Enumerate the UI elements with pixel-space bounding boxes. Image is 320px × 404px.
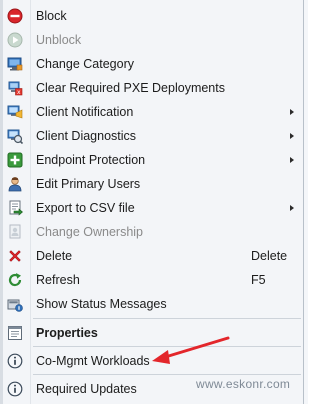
menu-item-client-diagnostics[interactable]: Client Diagnostics: [3, 124, 303, 148]
block-icon: [7, 8, 23, 24]
menu-item-client-notification[interactable]: Client Notification: [3, 100, 303, 124]
submenu-arrow-icon: [290, 157, 294, 163]
menu-item-change-ownership[interactable]: Change Ownership: [3, 220, 303, 244]
menu-item-clear-pxe[interactable]: x Clear Required PXE Deployments: [3, 76, 303, 100]
submenu-arrow-icon: [290, 133, 294, 139]
menu-item-export-csv[interactable]: Export to CSV file: [3, 196, 303, 220]
submenu-arrow-icon: [290, 205, 294, 211]
menu-item-label: Client Diagnostics: [36, 129, 137, 143]
menu-item-label: Delete: [36, 249, 73, 263]
change-category-icon: [7, 56, 23, 72]
menu-item-unblock[interactable]: Unblock: [3, 28, 303, 52]
pxe-icon: x: [7, 80, 23, 96]
shortcut-label: F5: [251, 273, 266, 287]
menu-item-endpoint-protection[interactable]: Endpoint Protection: [3, 148, 303, 172]
endpoint-protection-icon: [7, 152, 23, 168]
menu-item-label: Change Category: [36, 57, 134, 71]
delete-icon: [7, 248, 23, 264]
submenu-arrow-icon: [290, 109, 294, 115]
unblock-icon: [7, 32, 23, 48]
status-messages-icon: [7, 296, 23, 312]
watermark-text: www.eskonr.com: [196, 377, 291, 391]
client-notification-icon: [7, 104, 23, 120]
menu-separator: [33, 374, 301, 375]
info-icon: [7, 353, 23, 369]
svg-text:x: x: [17, 89, 21, 96]
client-diagnostics-icon: [7, 128, 23, 144]
menu-item-label: Client Notification: [36, 105, 134, 119]
menu-item-label: Show Status Messages: [36, 297, 167, 311]
menu-item-change-category[interactable]: Change Category: [3, 52, 303, 76]
export-csv-icon: [7, 200, 23, 216]
info-icon: [7, 381, 23, 397]
shortcut-label: Delete: [251, 249, 288, 263]
menu-item-label: Endpoint Protection: [36, 153, 146, 167]
menu-item-label: Unblock: [36, 33, 82, 47]
change-ownership-icon: [7, 224, 23, 240]
menu-item-label: Refresh: [36, 273, 80, 287]
red-callout-arrow: [152, 336, 230, 364]
menu-item-label: Properties: [36, 326, 98, 340]
menu-item-label: Change Ownership: [36, 225, 144, 239]
menu-item-label: Export to CSV file: [36, 201, 135, 215]
screenshot-page: Block Unblock Change Category x Clear Re…: [0, 0, 308, 404]
menu-item-edit-primary-users[interactable]: Edit Primary Users: [3, 172, 303, 196]
menu-item-show-status-messages[interactable]: Show Status Messages: [3, 292, 303, 316]
menu-item-delete[interactable]: Delete Delete: [3, 244, 303, 268]
menu-item-block[interactable]: Block: [3, 4, 303, 28]
menu-item-label: Co-Mgmt Workloads: [36, 354, 150, 368]
menu-item-label: Clear Required PXE Deployments: [36, 81, 225, 95]
menu-item-label: Block: [36, 9, 67, 23]
edit-users-icon: [7, 176, 23, 192]
menu-separator: [33, 318, 301, 319]
properties-icon: [7, 325, 23, 341]
menu-item-label: Required Updates: [36, 382, 137, 396]
menu-item-refresh[interactable]: Refresh F5: [3, 268, 303, 292]
menu-item-label: Edit Primary Users: [36, 177, 141, 191]
refresh-icon: [7, 272, 23, 288]
